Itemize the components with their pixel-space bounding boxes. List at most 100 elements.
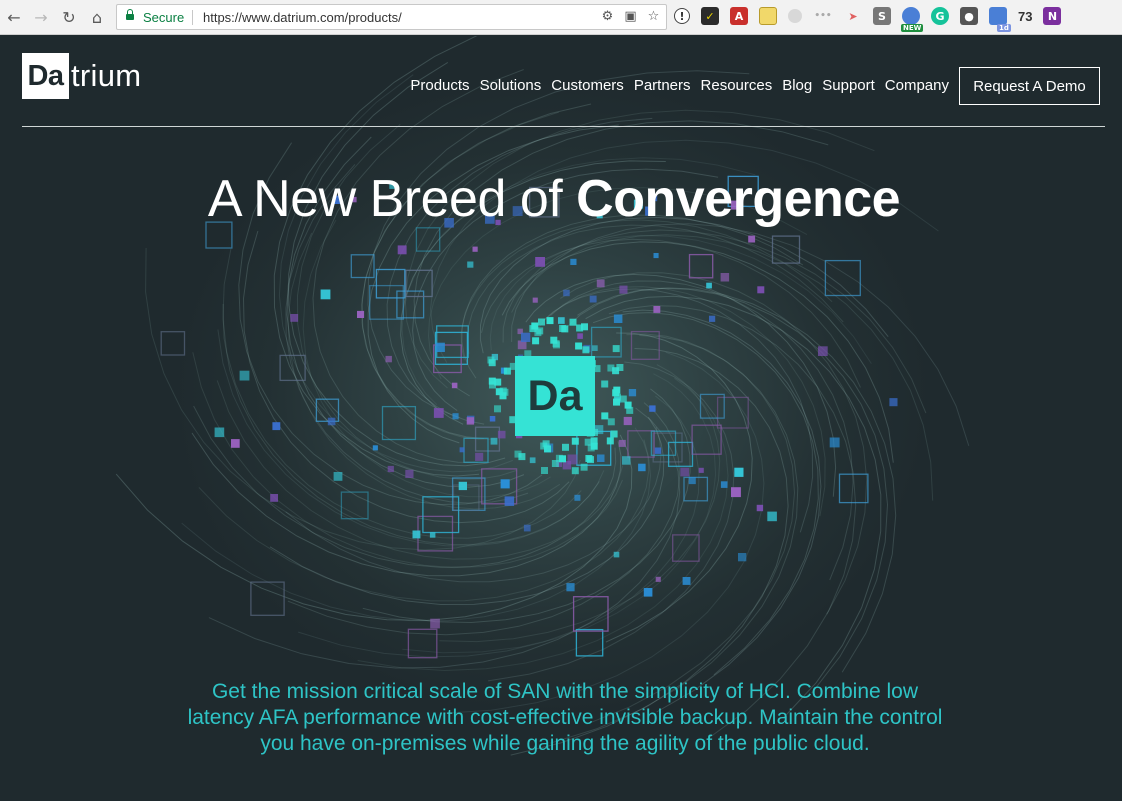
outline-square bbox=[415, 227, 441, 252]
pixel-square bbox=[613, 386, 621, 394]
filled-square bbox=[653, 253, 659, 259]
filled-square bbox=[357, 310, 365, 318]
pixel-square bbox=[571, 467, 579, 475]
nav-company[interactable]: Company bbox=[885, 77, 949, 94]
nav-products[interactable]: Products bbox=[410, 77, 469, 94]
filled-square bbox=[458, 481, 467, 491]
notes-extension-icon[interactable] bbox=[759, 7, 777, 25]
filled-square bbox=[618, 439, 626, 447]
filled-square bbox=[767, 511, 777, 522]
swirl-trail bbox=[312, 69, 524, 463]
outline-square bbox=[451, 477, 486, 511]
swirl-trail bbox=[592, 312, 819, 676]
forward-icon[interactable]: → bbox=[30, 6, 52, 28]
filled-square bbox=[720, 273, 730, 282]
nav-resources[interactable]: Resources bbox=[701, 77, 773, 94]
pdf-extension-icon[interactable]: A bbox=[730, 7, 748, 25]
filled-square bbox=[628, 389, 637, 397]
filled-square bbox=[412, 530, 421, 539]
center-logo-mark: Da bbox=[515, 356, 595, 436]
pixel-square bbox=[487, 356, 495, 364]
nav-solutions[interactable]: Solutions bbox=[480, 77, 542, 94]
pixel-square bbox=[569, 318, 577, 326]
filled-square bbox=[643, 588, 653, 597]
filled-square bbox=[521, 332, 531, 342]
filled-square bbox=[451, 382, 458, 389]
info-extension-icon[interactable]: ! bbox=[674, 8, 690, 24]
address-bar[interactable]: Secure https://www.datrium.com/products/… bbox=[116, 4, 667, 30]
browser-toolbar: ← → ↻ ⌂ Secure https://www.datrium.com/p… bbox=[0, 0, 1122, 35]
bookmark-star-icon[interactable]: ☆ bbox=[645, 8, 662, 25]
filled-square bbox=[558, 317, 565, 324]
request-demo-button[interactable]: Request A Demo bbox=[959, 67, 1100, 105]
url-text[interactable]: https://www.datrium.com/products/ bbox=[203, 10, 402, 25]
filled-square bbox=[706, 282, 712, 289]
onenote-icon[interactable]: N bbox=[1043, 7, 1062, 25]
pixel-square bbox=[546, 317, 554, 325]
pixel-square bbox=[582, 346, 590, 354]
grammarly-icon[interactable]: G bbox=[931, 7, 949, 25]
reload-icon[interactable]: ↻ bbox=[58, 6, 80, 28]
filled-square bbox=[680, 467, 690, 477]
filled-square bbox=[372, 445, 378, 451]
filled-square bbox=[239, 370, 250, 381]
filled-square bbox=[731, 487, 741, 498]
pixel-square bbox=[576, 324, 584, 332]
filled-square bbox=[738, 553, 747, 562]
content-blocked-icon[interactable]: ⚙ bbox=[599, 8, 616, 25]
dots-extension-icon[interactable]: ••• bbox=[813, 7, 833, 25]
pixel-square bbox=[580, 463, 588, 471]
outline-square bbox=[627, 430, 655, 458]
filled-square bbox=[529, 457, 536, 464]
filled-square bbox=[592, 345, 598, 351]
filled-square bbox=[500, 479, 510, 489]
globe-extension-icon[interactable]: NEW bbox=[901, 7, 924, 32]
back-icon[interactable]: ← bbox=[3, 6, 25, 28]
filled-square bbox=[638, 463, 646, 472]
s-extension-icon[interactable]: S bbox=[873, 7, 891, 25]
filled-square bbox=[397, 245, 407, 255]
filled-square bbox=[327, 417, 336, 426]
checklist-extension-icon[interactable]: ✓ bbox=[701, 7, 719, 25]
filled-square bbox=[290, 314, 299, 322]
logo-mark: Da bbox=[22, 53, 69, 99]
filled-square bbox=[829, 437, 840, 448]
swirl-trail bbox=[191, 432, 622, 577]
filled-square bbox=[532, 297, 538, 303]
bulb-extension-icon[interactable]: ● bbox=[960, 7, 978, 25]
popup-blocked-icon[interactable]: ▣ bbox=[622, 8, 639, 25]
filled-square bbox=[619, 285, 628, 294]
filled-square bbox=[649, 405, 656, 412]
site-logo[interactable]: Da trium bbox=[22, 53, 141, 99]
filled-square bbox=[567, 454, 578, 465]
pixel-square bbox=[499, 387, 507, 395]
nav-support[interactable]: Support bbox=[822, 77, 875, 94]
filled-square bbox=[655, 576, 661, 582]
filled-square bbox=[535, 257, 545, 267]
filled-square bbox=[272, 422, 281, 431]
filled-square bbox=[720, 481, 728, 488]
home-icon[interactable]: ⌂ bbox=[86, 6, 108, 28]
filled-square bbox=[889, 398, 898, 407]
pixel-square bbox=[541, 467, 548, 474]
extensions-bar: ! ✓ A ••• ➤ S NEW G ● 1d 73 N bbox=[674, 7, 1062, 32]
swirl-trail bbox=[622, 309, 822, 713]
extension-count[interactable]: 73 bbox=[1018, 9, 1032, 24]
filled-square bbox=[385, 355, 392, 363]
outline-square bbox=[575, 628, 604, 657]
nav-blog[interactable]: Blog bbox=[782, 77, 812, 94]
headline-bold: Convergence bbox=[576, 170, 901, 228]
filled-square bbox=[430, 618, 440, 629]
arrow-extension-icon[interactable]: ➤ bbox=[844, 7, 862, 25]
nav-partners[interactable]: Partners bbox=[634, 77, 691, 94]
nav-customers[interactable]: Customers bbox=[551, 77, 624, 94]
filled-square bbox=[623, 416, 632, 426]
pixel-square bbox=[532, 337, 540, 345]
pixel-square bbox=[575, 342, 583, 350]
calendar-extension-icon[interactable]: 1d bbox=[989, 7, 1011, 32]
circle-extension-icon[interactable] bbox=[788, 9, 802, 23]
filled-square bbox=[653, 306, 661, 313]
filled-square bbox=[596, 279, 605, 288]
pixel-square bbox=[587, 456, 594, 464]
filled-square bbox=[574, 494, 581, 501]
